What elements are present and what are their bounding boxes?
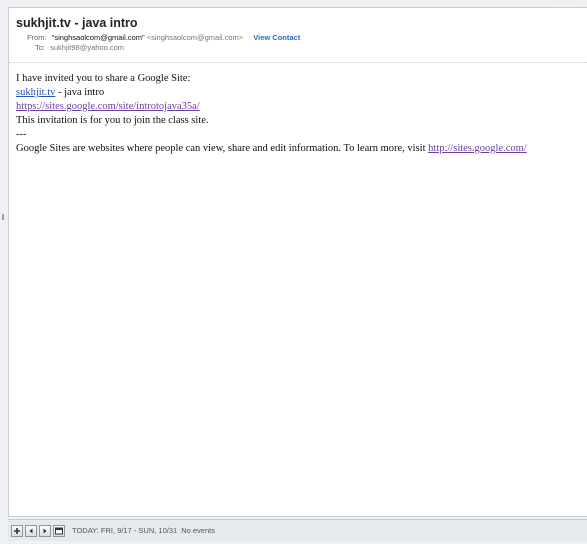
calendar-date-range: TODAY: FRI, 9/17 - SUN, 10/31 (72, 526, 178, 535)
email-subject: sukhjit.tv - java intro (16, 16, 138, 30)
body-line-invite: I have invited you to share a Google Sit… (16, 73, 191, 84)
body-line-join: This invitation is for you to join the c… (16, 115, 209, 126)
body-line-footer: Google Sites are websites where people c… (16, 142, 587, 156)
window-resize-dots: ··· (557, 0, 581, 6)
google-sites-link[interactable]: http://sites.google.com/ (428, 143, 527, 154)
message-pane: sukhjit.tv - java intro From: "singhsaol… (8, 7, 587, 517)
to-row: To: sukhjit98@yahoo.com (16, 43, 581, 53)
to-label: To: (35, 43, 46, 52)
add-icon[interactable] (11, 524, 23, 537)
recipient-address: sukhjit98@yahoo.com (50, 43, 125, 52)
next-arrow-icon[interactable] (39, 524, 51, 537)
from-row: From: "singhsaolcom@gmail.com" <singhsao… (16, 33, 581, 43)
body-separator: --- (16, 129, 27, 140)
from-label: From: (27, 33, 47, 42)
site-name-link[interactable]: sukhjit.tv (16, 87, 55, 98)
calendar-status-bar: TODAY: FRI, 9/17 - SUN, 10/31 No events (8, 519, 587, 541)
body-line-site: sukhjit.tv - java intro (16, 86, 587, 100)
site-url-link[interactable]: https://sites.google.com/site/introtojav… (16, 101, 200, 112)
calendar-icon[interactable] (53, 524, 65, 537)
splitter-handle[interactable] (2, 214, 4, 220)
message-header: sukhjit.tv - java intro From: "singhsaol… (9, 8, 587, 63)
body-line-url: https://sites.google.com/site/introtojav… (16, 100, 587, 114)
prev-arrow-icon[interactable] (25, 524, 37, 537)
calendar-events-status: No events (181, 526, 215, 535)
message-body: I have invited you to share a Google Sit… (9, 63, 587, 156)
sender-name: "singhsaolcom@gmail.com" (51, 33, 145, 42)
footer-text: Google Sites are websites where people c… (16, 143, 429, 154)
sender-address: <singhsaolcom@gmail.com> (146, 33, 244, 42)
site-name-suffix: - java intro (55, 87, 105, 98)
view-contact-link[interactable]: View Contact (253, 33, 300, 42)
